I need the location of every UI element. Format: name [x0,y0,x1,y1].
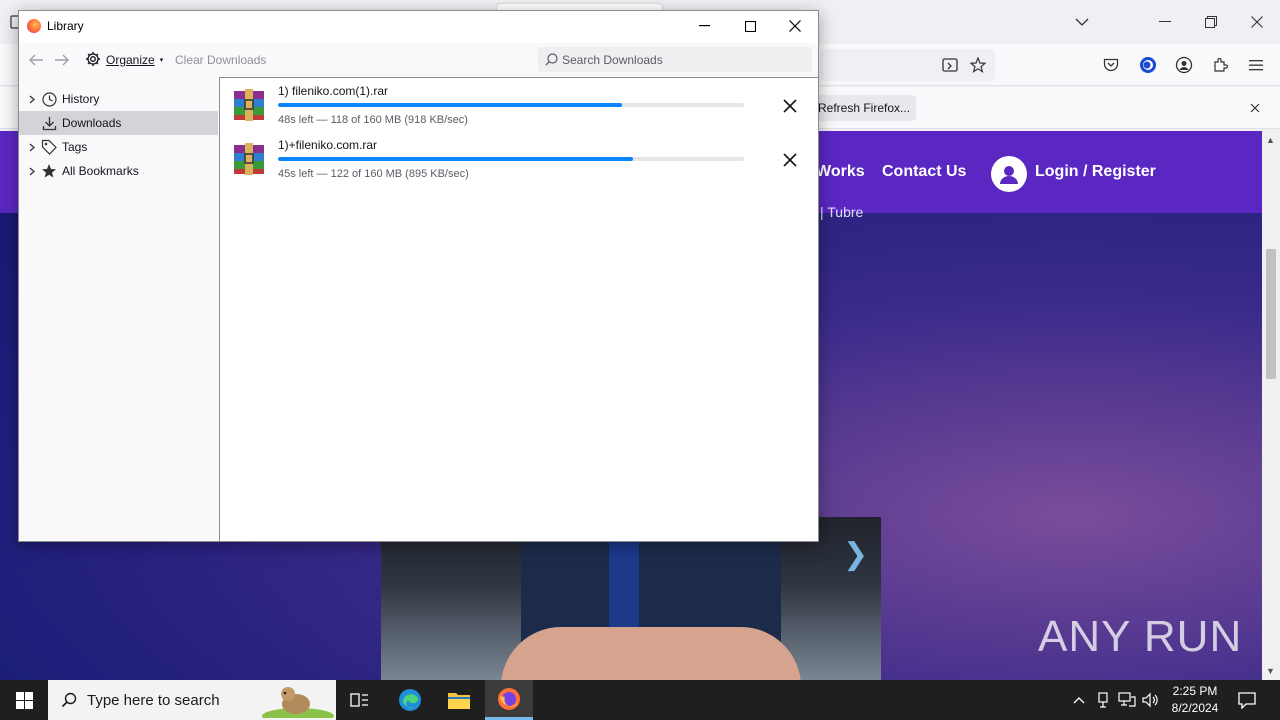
taskbar: Type here to search 2:25 PM 8/2/2024 [0,680,1280,720]
download-status: 48s left — 118 of 160 MB (918 KB/sec) [278,114,468,126]
dropdown-arrow-icon: ▾ [159,57,164,64]
expand-chevron-icon[interactable] [27,143,37,152]
search-highlight-art [258,682,334,720]
gear-icon [85,51,101,70]
notification-close-icon[interactable] [1245,98,1265,118]
anyrun-watermark: ANY RUN [1038,612,1243,661]
clear-downloads-button[interactable]: Clear Downloads [175,53,266,67]
video-hands [501,627,801,680]
download-progress-bar [278,157,744,161]
firefox-logo-icon [27,19,41,33]
cancel-download-icon[interactable] [778,94,802,118]
taskbar-search-placeholder: Type here to search [87,692,220,709]
organize-label: Organize [106,53,155,67]
sidebar-item-all-bookmarks[interactable]: All Bookmarks [19,159,218,183]
clock-date: 8/2/2024 [1171,701,1219,715]
sidebar-item-label: Downloads [62,116,122,130]
edge-icon[interactable] [386,680,434,720]
pocket-icon[interactable] [1101,55,1121,75]
library-maximize-icon[interactable] [727,11,773,41]
refresh-firefox-button[interactable]: Refresh Firefox... [812,95,916,121]
sidebar-item-history[interactable]: History [19,87,218,111]
sidebar-item-label: Tags [62,140,88,154]
download-filename: 1) fileniko.com(1).rar [278,84,389,98]
library-title: Library [47,19,84,33]
account-icon[interactable] [1174,55,1194,75]
download-progress-bar [278,103,744,107]
forward-arrow-icon[interactable] [53,52,71,68]
search-downloads-box [538,47,812,72]
works-link[interactable]: Works [816,163,865,181]
download-filename: 1)+fileniko.com.rar [278,138,378,152]
library-sidebar: History Downloads Tags All Bookmarks [19,77,218,541]
sidebar-item-tags[interactable]: Tags [19,135,218,159]
volume-icon[interactable] [1141,690,1161,710]
search-icon [544,52,558,66]
page-subtext: | Tubre [820,204,864,220]
reader-mode-icon[interactable] [940,55,960,75]
video-next-icon[interactable]: ❯ [843,537,868,572]
url-bar[interactable] [820,49,995,81]
library-close-icon[interactable] [772,11,818,41]
cancel-download-icon[interactable] [778,148,802,172]
taskbar-search-box[interactable]: Type here to search [48,680,336,720]
bookmark-star-icon[interactable] [968,55,988,75]
list-all-tabs-icon[interactable] [1072,12,1092,32]
sidebar-item-label: History [62,92,100,106]
download-icon [41,115,57,131]
network-icon[interactable] [1117,690,1137,710]
login-register-link[interactable]: Login / Register [1035,163,1156,181]
library-window: Library Organize ▾ Clear Downloads Searc… [18,10,819,542]
close-icon[interactable] [1247,12,1267,32]
download-progress-fill [278,103,622,107]
restore-icon[interactable] [1201,12,1221,32]
search-icon [60,691,78,709]
download-item[interactable]: 1)+fileniko.com.rar 45s left — 122 of 16… [220,132,819,186]
scroll-up-icon[interactable]: ▲ [1266,135,1276,145]
tag-icon [41,139,57,155]
notifications-icon[interactable] [1237,690,1257,710]
page-scrollbar[interactable]: ▲ ▼ [1262,131,1280,680]
library-toolbar: Organize ▾ Clear Downloads [19,43,818,77]
usb-device-icon[interactable] [1093,690,1113,710]
library-titlebar: Library [19,11,818,41]
vpn-icon[interactable] [1138,55,1158,75]
taskbar-clock[interactable]: 2:25 PM 8/2/2024 [1162,683,1228,717]
library-minimize-icon[interactable] [681,11,727,41]
tray-overflow-chevron-icon[interactable] [1069,690,1089,710]
scroll-thumb[interactable] [1266,249,1276,379]
extensions-icon[interactable] [1210,55,1230,75]
sidebar-item-label: All Bookmarks [62,164,139,178]
expand-chevron-icon[interactable] [27,167,37,176]
minimize-icon[interactable] [1155,12,1175,32]
file-explorer-icon[interactable] [435,680,483,720]
star-icon [41,163,57,179]
user-avatar-icon[interactable] [991,156,1027,192]
download-progress-fill [278,157,634,161]
clock-icon [41,91,57,107]
organize-menu-button[interactable]: Organize ▾ [85,51,163,69]
clock-time: 2:25 PM [1172,684,1218,698]
downloads-list: 1) fileniko.com(1).rar 48s left — 118 of… [219,77,818,541]
download-item[interactable]: 1) fileniko.com(1).rar 48s left — 118 of… [220,78,819,132]
windows-start-icon[interactable] [0,680,48,720]
winrar-archive-icon [232,142,266,176]
scroll-down-icon[interactable]: ▼ [1266,666,1276,676]
back-arrow-icon[interactable] [27,52,45,68]
task-view-icon[interactable] [336,680,384,720]
expand-chevron-icon[interactable] [27,95,37,104]
search-downloads-input[interactable] [562,47,802,72]
winrar-archive-icon [232,88,266,122]
firefox-taskbar-icon[interactable] [485,680,533,720]
sidebar-item-downloads[interactable]: Downloads [19,111,218,135]
menu-icon[interactable] [1246,55,1266,75]
contact-us-link[interactable]: Contact Us [882,163,966,181]
download-status: 45s left — 122 of 160 MB (895 KB/sec) [278,168,469,180]
